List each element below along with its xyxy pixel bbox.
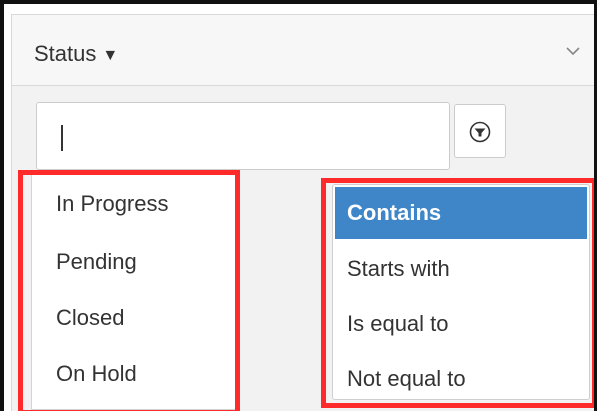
- suggestion-item[interactable]: Closed: [56, 307, 124, 329]
- status-header-text: Status: [34, 41, 97, 66]
- filter-operator-button[interactable]: [454, 104, 506, 158]
- status-column-header[interactable]: Status ▼: [11, 14, 594, 86]
- operator-item-starts-with[interactable]: Starts with: [335, 243, 587, 295]
- operator-item-not-equal-to[interactable]: Not equal to: [335, 353, 587, 405]
- screenshot-frame: Status ▼ In Progress Pending Closed On Ho…: [0, 0, 597, 411]
- filter-search-input[interactable]: [36, 102, 450, 170]
- operator-item-is-equal-to[interactable]: Is equal to: [335, 298, 587, 350]
- text-cursor: [61, 125, 63, 151]
- sort-caret-icon: ▼: [102, 47, 119, 64]
- value-suggestion-list: In Progress Pending Closed On Hold: [31, 172, 240, 410]
- suggestion-item[interactable]: In Progress: [56, 193, 169, 215]
- filter-circle-icon: [469, 121, 491, 143]
- status-header-label[interactable]: Status ▼: [34, 43, 118, 65]
- suggestion-item[interactable]: On Hold: [56, 363, 137, 385]
- operator-item-contains[interactable]: Contains: [335, 187, 587, 239]
- chevron-down-icon[interactable]: [565, 45, 581, 57]
- filter-operator-list: Contains Starts with Is equal to Not equ…: [332, 184, 590, 400]
- suggestion-item[interactable]: Pending: [56, 251, 137, 273]
